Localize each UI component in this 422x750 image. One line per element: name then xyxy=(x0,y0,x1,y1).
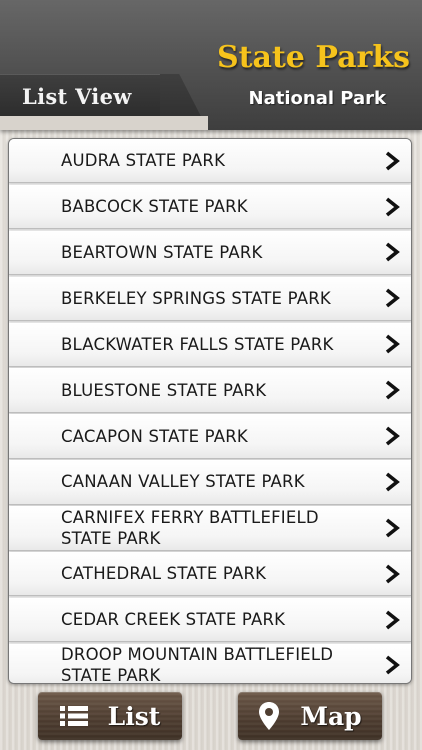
map-button[interactable]: Map xyxy=(238,692,382,740)
list-button-label: List xyxy=(107,701,161,731)
chevron-right-icon xyxy=(385,380,400,400)
list-item-label: BEARTOWN STATE PARK xyxy=(61,242,263,262)
list-item-label: CATHEDRAL STATE PARK xyxy=(61,564,267,584)
list-item[interactable]: BEARTOWN STATE PARK xyxy=(9,230,411,276)
chevron-right-icon xyxy=(385,334,400,354)
chevron-right-icon xyxy=(385,151,400,171)
chevron-right-icon xyxy=(385,426,400,446)
list-item-label: CEDAR CREEK STATE PARK xyxy=(61,610,286,630)
list-item[interactable]: AUDRA STATE PARK xyxy=(9,139,411,184)
list-item[interactable]: CANAAN VALLEY STATE PARK xyxy=(9,460,411,505)
list-icon xyxy=(59,705,88,727)
list-view-label: List View xyxy=(22,84,132,109)
chevron-right-icon xyxy=(385,564,400,584)
list-item-label: DROOP MOUNTAIN BATTLEFIELD STATE PARK xyxy=(61,645,334,684)
map-pin-icon xyxy=(258,701,280,731)
list-item[interactable]: DROOP MOUNTAIN BATTLEFIELD STATE PARK xyxy=(9,643,411,684)
list-item[interactable]: BLUESTONE STATE PARK xyxy=(9,368,411,413)
list-item[interactable]: CEDAR CREEK STATE PARK xyxy=(9,597,411,643)
list-item-label: BLUESTONE STATE PARK xyxy=(61,380,267,400)
chevron-right-icon xyxy=(385,243,400,262)
chevron-right-icon xyxy=(385,288,400,308)
chevron-right-icon xyxy=(385,518,400,538)
list-item[interactable]: BERKELEY SPRINGS STATE PARK xyxy=(9,276,411,322)
chevron-right-icon xyxy=(385,472,400,492)
list-item[interactable]: BLACKWATER FALLS STATE PARK xyxy=(9,322,411,367)
list-item-label: AUDRA STATE PARK xyxy=(61,151,226,171)
list-item-label: BERKELEY SPRINGS STATE PARK xyxy=(61,288,331,308)
chevron-right-icon xyxy=(385,197,400,216)
page-title: State Parks xyxy=(216,40,410,75)
chevron-right-icon xyxy=(385,610,400,629)
list-item-label: CANAAN VALLEY STATE PARK xyxy=(61,472,305,492)
list-item[interactable]: BABCOCK STATE PARK xyxy=(9,184,411,230)
list-view-tab-base xyxy=(0,116,208,130)
list-item[interactable]: CARNIFEX FERRY BATTLEFIELD STATE PARK xyxy=(9,506,411,551)
list-item[interactable]: CACAPON STATE PARK xyxy=(9,414,411,459)
list-item-label: BLACKWATER FALLS STATE PARK xyxy=(61,334,334,354)
park-list: AUDRA STATE PARK BABCOCK STATE PARK BEAR… xyxy=(8,138,412,684)
list-item-label: CACAPON STATE PARK xyxy=(61,426,248,446)
list-button[interactable]: List xyxy=(38,692,182,740)
map-button-label: Map xyxy=(300,701,362,731)
list-item[interactable]: CATHEDRAL STATE PARK xyxy=(9,552,411,597)
chevron-right-icon xyxy=(385,656,400,675)
list-item-label: BABCOCK STATE PARK xyxy=(61,197,248,217)
list-item-label: CARNIFEX FERRY BATTLEFIELD STATE PARK xyxy=(61,507,319,548)
page-subtitle: National Park xyxy=(248,88,386,109)
